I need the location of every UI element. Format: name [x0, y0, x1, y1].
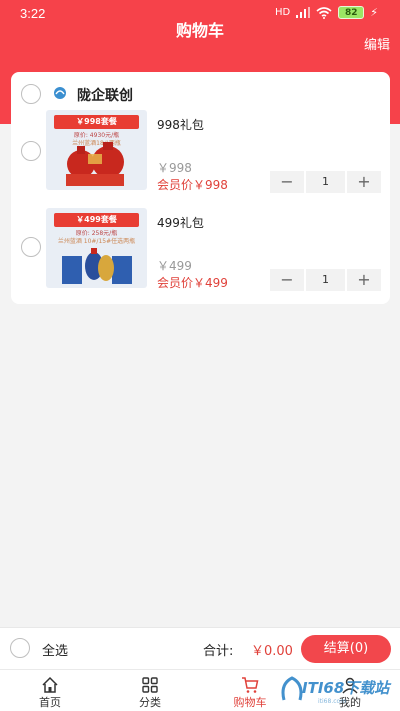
decrease-button[interactable]: − — [270, 171, 304, 193]
product-name[interactable]: 499礼包 — [157, 214, 204, 231]
liquor-bottle-image — [66, 142, 124, 186]
product-price: ￥499 — [157, 259, 192, 273]
tab-category-label: 分类 — [139, 696, 161, 709]
liquor-bottle-image — [62, 248, 132, 284]
watermark-text: ITI68下载站 — [302, 679, 390, 697]
cart-shop-card: 陇企联创 ￥998套餐 原价: 4930元/瓶 兰州蓝酒18#两瓶 998礼包 … — [11, 72, 390, 304]
shop-name: 陇企联创 — [77, 88, 133, 104]
edit-button[interactable]: 编辑 — [364, 34, 390, 53]
tab-home[interactable]: 首页 — [0, 670, 100, 711]
tab-home-label: 首页 — [39, 696, 61, 709]
product-thumbnail[interactable]: ￥998套餐 原价: 4930元/瓶 兰州蓝酒18#两瓶 — [46, 110, 147, 190]
wifi-icon — [316, 6, 332, 19]
page-title: 购物车 — [175, 21, 224, 40]
checkout-button[interactable]: 结算(0) — [301, 635, 391, 663]
member-price: 会员价￥499 — [157, 276, 228, 290]
cart-item: ￥998套餐 原价: 4930元/瓶 兰州蓝酒18#两瓶 998礼包 ￥998 … — [11, 110, 390, 200]
quantity-stepper: − 1 + — [270, 269, 381, 291]
select-all-radio[interactable] — [10, 638, 30, 658]
increase-button[interactable]: + — [347, 171, 381, 193]
decrease-button[interactable]: − — [270, 269, 304, 291]
product-thumbnail[interactable]: ￥499套餐 原价: 258元/瓶 兰州蓝酒 10#/15#任选两瓶 — [46, 208, 147, 288]
product-price: ￥998 — [157, 161, 192, 175]
item-select-radio[interactable] — [21, 237, 41, 257]
quantity-input[interactable]: 1 — [306, 171, 345, 193]
quantity-input[interactable]: 1 — [306, 269, 345, 291]
item-select-radio[interactable] — [21, 141, 41, 161]
signal-label: HD — [275, 7, 291, 18]
shop-select-radio[interactable] — [21, 84, 41, 104]
site-watermark: ITI68下载站 iti68.com — [280, 668, 398, 710]
tab-category[interactable]: 分类 — [100, 670, 200, 711]
cart-icon — [242, 677, 259, 693]
home-icon — [42, 676, 58, 693]
member-price: 会员价￥998 — [157, 178, 228, 192]
shop-logo-icon — [54, 87, 66, 99]
quantity-stepper: − 1 + — [270, 171, 381, 193]
select-all-label[interactable]: 全选 — [42, 640, 68, 659]
product-name[interactable]: 998礼包 — [157, 116, 204, 133]
increase-button[interactable]: + — [347, 269, 381, 291]
cart-item: ￥499套餐 原价: 258元/瓶 兰州蓝酒 10#/15#任选两瓶 499礼包… — [11, 208, 390, 298]
total-amount: ￥0.00 — [251, 644, 293, 659]
watermark-logo-icon — [281, 676, 303, 701]
category-icon — [142, 677, 158, 693]
cellular-signal-icon — [296, 7, 311, 18]
watermark-subtext: iti68.com — [318, 698, 347, 705]
total-label: 合计: — [203, 644, 234, 659]
checkout-bar: 全选 合计: ￥0.00 结算(0) — [0, 627, 400, 669]
